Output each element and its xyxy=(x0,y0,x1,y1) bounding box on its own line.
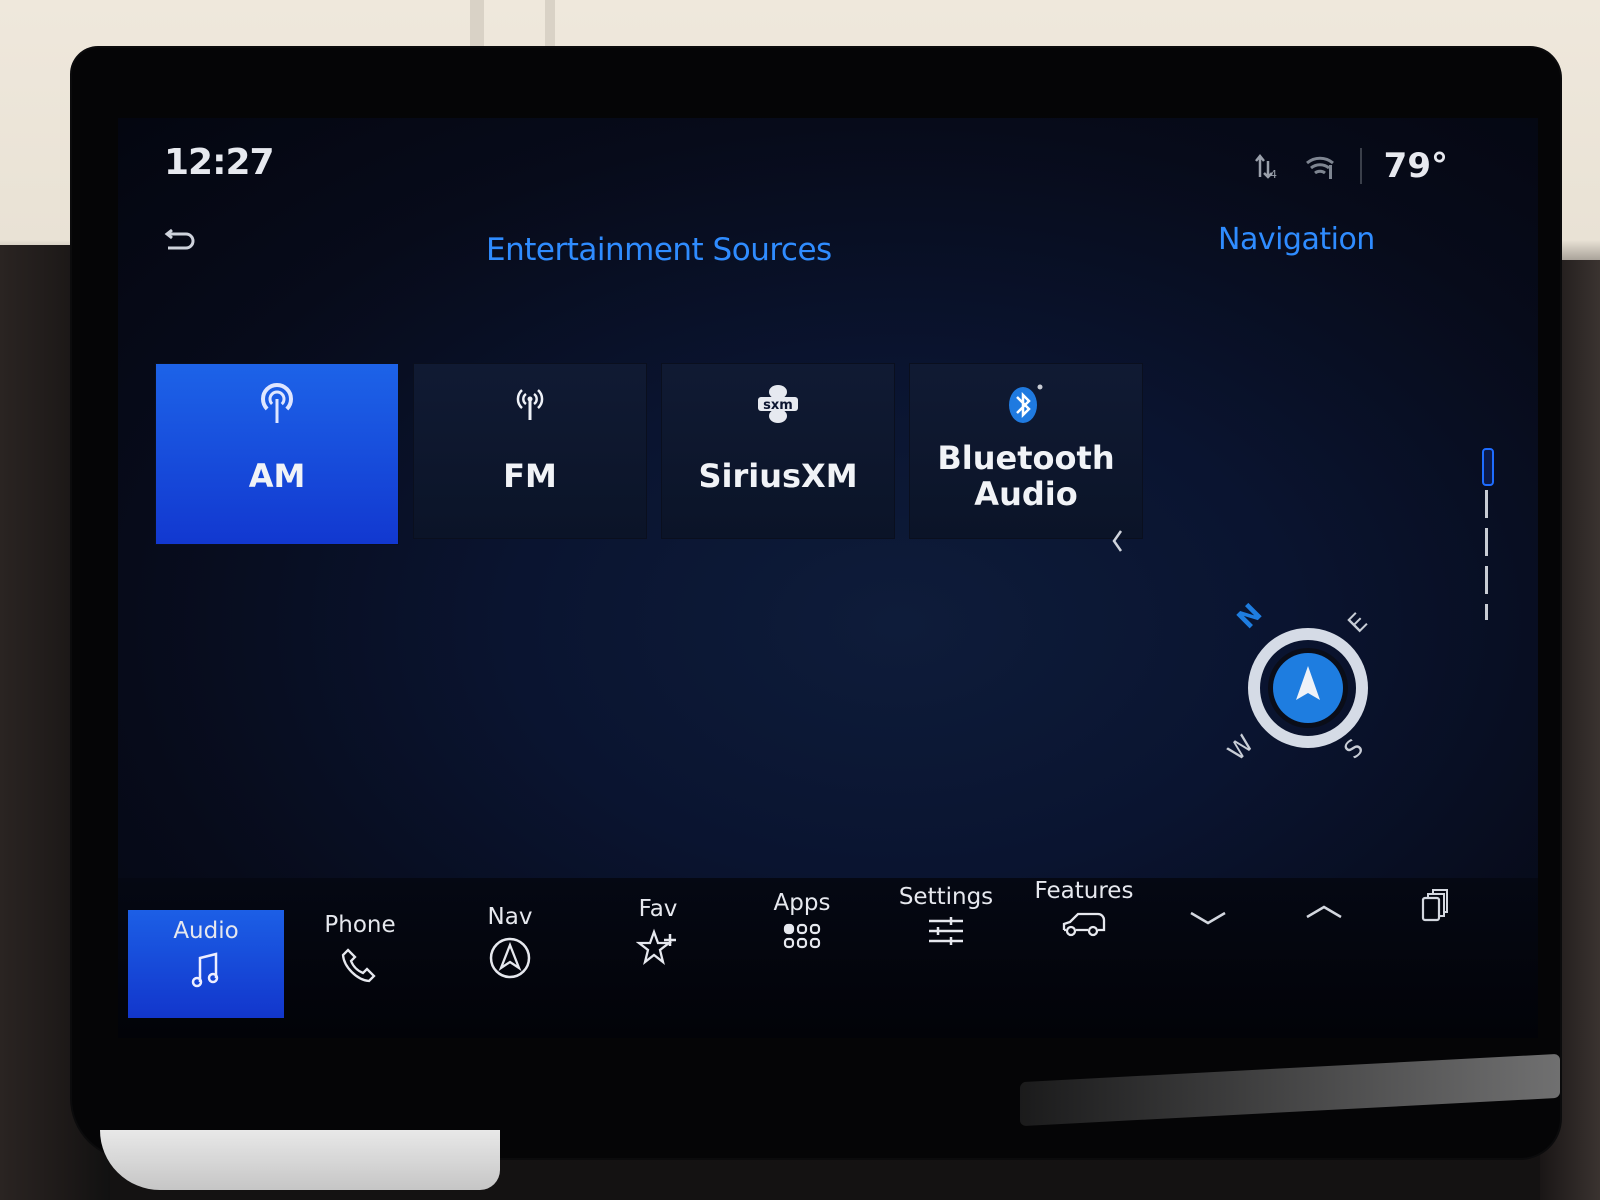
compass-west: W xyxy=(1222,730,1259,767)
chevron-up-icon[interactable] xyxy=(1304,902,1344,922)
compass-north: N xyxy=(1232,598,1269,635)
status-icons: 4 79° xyxy=(1252,146,1448,186)
navigation-zoom-scrollbar[interactable] xyxy=(1482,448,1494,620)
back-arrow-icon xyxy=(162,228,198,254)
svg-text:sxm: sxm xyxy=(763,398,793,413)
nav-apps[interactable]: Apps xyxy=(724,882,880,990)
am-antenna-icon xyxy=(257,374,297,434)
nav-settings[interactable]: Settings xyxy=(868,876,1024,984)
nav-audio[interactable]: Audio xyxy=(128,910,284,1018)
nav-label: Settings xyxy=(898,884,994,910)
vehicle-icon xyxy=(1060,910,1108,940)
source-label-line: Bluetooth xyxy=(937,439,1115,477)
status-divider xyxy=(1359,148,1362,184)
scrollbar-thumb[interactable] xyxy=(1482,448,1494,486)
nav-label: Audio xyxy=(173,918,239,944)
nav-label: Apps xyxy=(773,890,831,916)
source-tile-fm[interactable]: FM xyxy=(414,364,646,538)
star-plus-icon xyxy=(636,928,680,968)
compass[interactable]: N E S W xyxy=(1208,588,1408,788)
source-label: AM xyxy=(248,457,306,495)
fm-antenna-icon xyxy=(510,374,550,434)
nav-label: Fav xyxy=(638,896,678,922)
scrollbar-track[interactable] xyxy=(1485,490,1488,620)
source-tile-bluetooth-audio[interactable]: Bluetooth Audio xyxy=(910,364,1142,538)
source-tile-siriusxm[interactable]: sxm SiriusXM xyxy=(662,364,894,538)
svg-text:4: 4 xyxy=(1270,168,1277,181)
stacked-cards-icon[interactable] xyxy=(1420,888,1450,924)
collapse-panel-chevron-icon[interactable] xyxy=(1110,528,1124,554)
nav-features[interactable]: Features xyxy=(1006,870,1162,978)
data-transfer-icon: 4 xyxy=(1252,151,1282,181)
nav-phone[interactable]: Phone xyxy=(282,904,438,1012)
music-note-icon xyxy=(191,950,221,990)
infotainment-screen: 12:27 4 79° Entertainment Sources Naviga… xyxy=(118,118,1538,1038)
navigation-panel-title[interactable]: Navigation xyxy=(1218,222,1375,257)
source-tile-am[interactable]: AM xyxy=(156,364,398,544)
outside-temperature: 79° xyxy=(1383,146,1448,186)
source-label: SiriusXM xyxy=(698,457,858,495)
bezel-reflection xyxy=(100,1130,500,1190)
compass-south: S xyxy=(1338,734,1369,765)
wifi-signal-icon xyxy=(1304,151,1338,181)
page-title: Entertainment Sources xyxy=(486,232,832,268)
siriusxm-icon: sxm xyxy=(755,374,801,434)
apps-grid-icon xyxy=(782,922,822,952)
source-label-line: Audio xyxy=(974,475,1078,513)
nav-label: Phone xyxy=(324,912,396,938)
back-button[interactable] xyxy=(162,228,198,254)
navigation-arrow-icon xyxy=(488,936,532,980)
nav-label: Features xyxy=(1034,878,1134,904)
sliders-icon xyxy=(926,916,966,946)
bluetooth-icon xyxy=(1006,374,1046,434)
compass-east: E xyxy=(1342,608,1373,639)
source-label: FM xyxy=(503,457,557,495)
nav-fav[interactable]: Fav xyxy=(580,888,736,996)
bottom-navigation-bar: Audio Phone Nav Fav Apps Settings Featur… xyxy=(118,878,1538,1038)
nav-label: Nav xyxy=(487,904,533,930)
source-tiles: AM FM sxm SiriusXM Bluetooth Audio xyxy=(156,364,1142,544)
phone-icon xyxy=(340,944,380,984)
source-label: Bluetooth Audio xyxy=(937,440,1114,512)
nav-nav[interactable]: Nav xyxy=(432,896,588,1004)
clock: 12:27 xyxy=(164,142,275,183)
chevron-down-icon[interactable] xyxy=(1188,908,1228,928)
